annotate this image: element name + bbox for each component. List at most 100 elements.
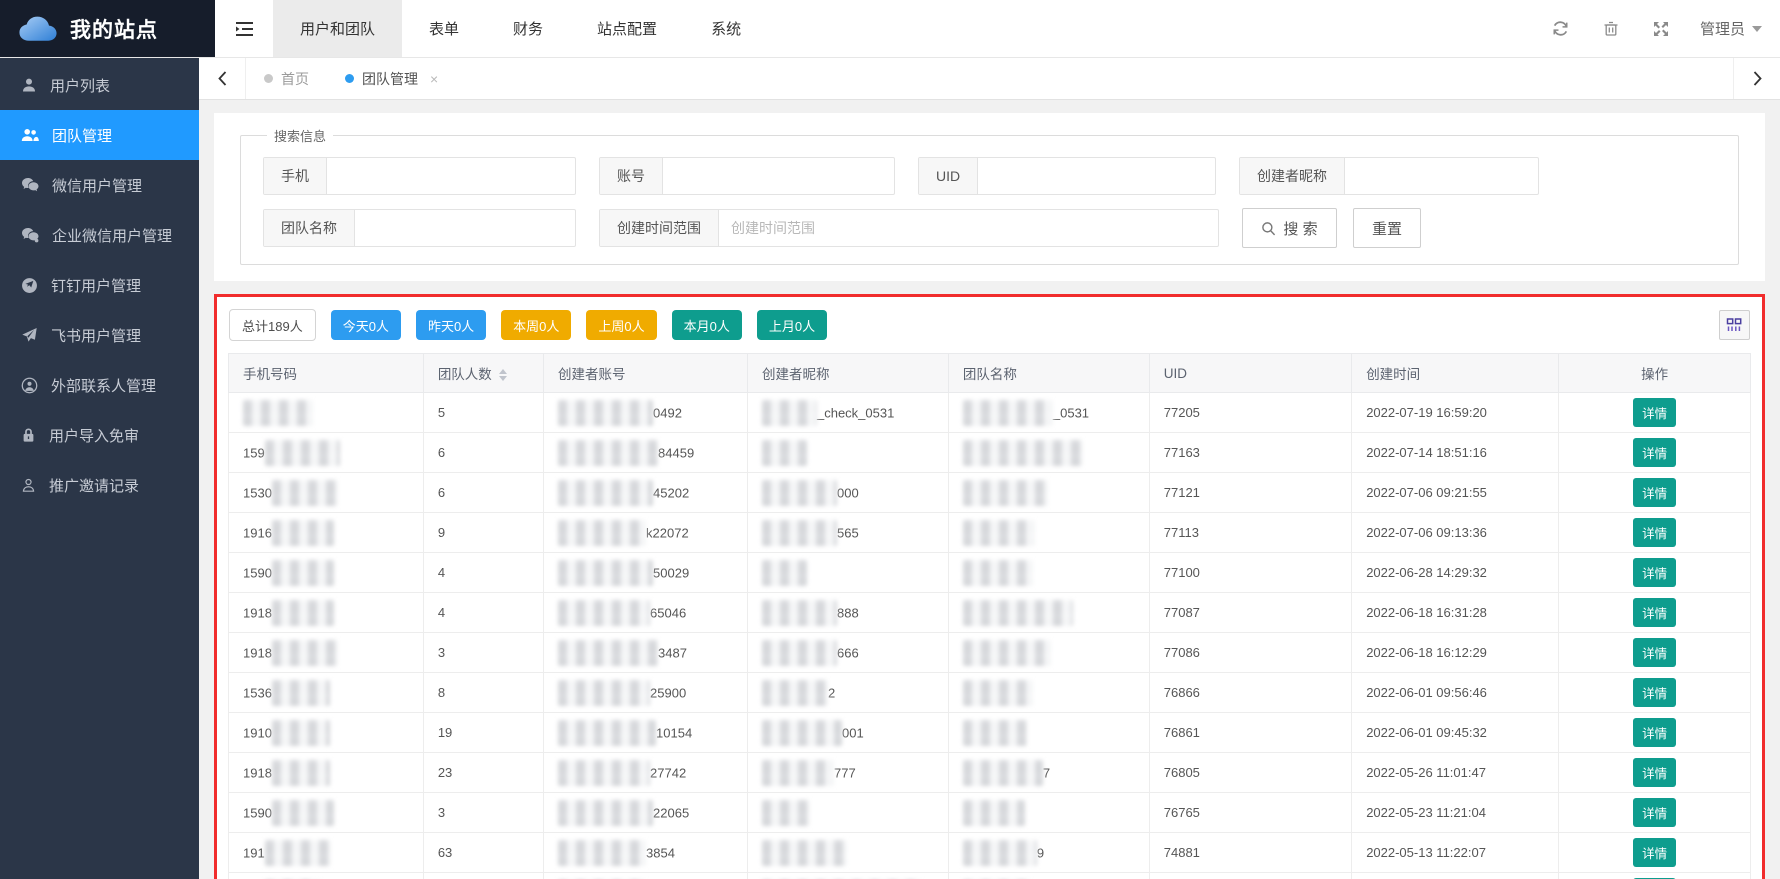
creator-account-cell: 0492 bbox=[544, 393, 748, 433]
close-tab-icon[interactable]: × bbox=[430, 72, 438, 86]
stat-badge-4[interactable]: 上周0人 bbox=[586, 310, 656, 340]
uid-cell: 76861 bbox=[1149, 713, 1351, 753]
stat-badge-1[interactable]: 今天0人 bbox=[331, 310, 401, 340]
refresh-button[interactable] bbox=[1536, 0, 1586, 57]
tabs-scroll-right-button[interactable] bbox=[1733, 58, 1780, 99]
trash-icon bbox=[1603, 20, 1619, 37]
detail-button[interactable]: 详情 bbox=[1633, 718, 1676, 747]
uid-cell: 76765 bbox=[1149, 793, 1351, 833]
topnav-item-4[interactable]: 系统 bbox=[684, 0, 768, 57]
team-table: 手机号码团队人数创建者账号创建者昵称团队名称UID创建时间操作 50492_ch… bbox=[228, 353, 1751, 879]
redacted-blur bbox=[558, 760, 650, 786]
column-header-1[interactable]: 团队人数 bbox=[423, 354, 543, 393]
sidebar-item-0[interactable]: 用户列表 bbox=[0, 60, 199, 110]
stat-badge-5[interactable]: 本月0人 bbox=[672, 310, 742, 340]
redacted-blur bbox=[963, 840, 1037, 866]
detail-button[interactable]: 详情 bbox=[1633, 638, 1676, 667]
uid-cell: 76805 bbox=[1149, 753, 1351, 793]
redacted-blur bbox=[762, 720, 842, 746]
sort-icon[interactable] bbox=[499, 369, 507, 381]
tab-home[interactable]: 首页 bbox=[246, 58, 327, 99]
sidebar-item-4[interactable]: 钉钉用户管理 bbox=[0, 260, 199, 310]
detail-button[interactable]: 详情 bbox=[1633, 438, 1676, 467]
sidebar-item-2[interactable]: 微信用户管理 bbox=[0, 160, 199, 210]
phone-cell: 1918 bbox=[229, 593, 424, 633]
team-name-cell bbox=[948, 713, 1149, 753]
reset-button[interactable]: 重置 bbox=[1353, 208, 1421, 248]
table-row: 1590322065767652022-05-23 11:21:04详情 bbox=[229, 793, 1751, 833]
creator-account-cell: 3854 bbox=[544, 833, 748, 873]
detail-button[interactable]: 详情 bbox=[1633, 838, 1676, 867]
redacted-blur bbox=[558, 720, 656, 746]
table-row: 159684459771632022-07-14 18:51:16详情 bbox=[229, 433, 1751, 473]
redacted-blur bbox=[963, 560, 1033, 586]
creator-account-cell: 65046 bbox=[544, 593, 748, 633]
fullscreen-button[interactable] bbox=[1636, 0, 1686, 57]
sidebar-item-6[interactable]: 外部联系人管理 bbox=[0, 360, 199, 410]
uid-input[interactable] bbox=[978, 158, 1215, 194]
team-name-cell bbox=[948, 553, 1149, 593]
trash-button[interactable] bbox=[1586, 0, 1636, 57]
table-row: 1590450029771002022-06-28 14:29:32详情 bbox=[229, 553, 1751, 593]
stat-badge-6[interactable]: 上月0人 bbox=[757, 310, 827, 340]
sidebar-collapse-button[interactable] bbox=[215, 0, 273, 57]
action-cell: 详情 bbox=[1559, 473, 1751, 513]
sidebar-item-label: 微信用户管理 bbox=[52, 175, 142, 196]
team-size-cell: 22 bbox=[423, 873, 543, 879]
redacted-blur bbox=[558, 560, 653, 586]
redacted-blur bbox=[558, 480, 653, 506]
tab-team-label: 团队管理 bbox=[362, 69, 418, 89]
sidebar-item-3[interactable]: 企业微信用户管理 bbox=[0, 210, 199, 260]
redacted-blur bbox=[963, 640, 1051, 666]
team-size-cell: 23 bbox=[423, 753, 543, 793]
detail-button[interactable]: 详情 bbox=[1633, 758, 1676, 787]
phone-cell: 1918 bbox=[229, 633, 424, 673]
team-name-input[interactable] bbox=[355, 210, 575, 246]
sidebar-item-1[interactable]: 团队管理 bbox=[0, 110, 199, 160]
detail-button[interactable]: 详情 bbox=[1633, 518, 1676, 547]
detail-button[interactable]: 详情 bbox=[1633, 558, 1676, 587]
redacted-blur bbox=[762, 800, 810, 826]
phone-input[interactable] bbox=[327, 158, 575, 194]
redacted-blur bbox=[963, 760, 1043, 786]
created-time-cell: 2022-06-01 09:56:46 bbox=[1352, 673, 1559, 713]
topnav-item-3[interactable]: 站点配置 bbox=[570, 0, 684, 57]
action-cell: 详情 bbox=[1559, 713, 1751, 753]
redacted-blur bbox=[762, 760, 834, 786]
team-name-field-group: 团队名称 bbox=[263, 209, 576, 247]
detail-button[interactable]: 详情 bbox=[1633, 678, 1676, 707]
tab-team-management[interactable]: 团队管理 × bbox=[327, 58, 456, 99]
detail-button[interactable]: 详情 bbox=[1633, 478, 1676, 507]
account-input[interactable] bbox=[663, 158, 894, 194]
created-time-cell: 2022-06-01 09:45:32 bbox=[1352, 713, 1559, 753]
invite-icon bbox=[21, 477, 36, 493]
sidebar-item-7[interactable]: 用户导入免审 bbox=[0, 410, 199, 460]
uid-cell: 77087 bbox=[1149, 593, 1351, 633]
admin-menu[interactable]: 管理员 bbox=[1700, 18, 1762, 39]
team-name-cell bbox=[948, 513, 1149, 553]
search-button[interactable]: 搜 索 bbox=[1242, 208, 1337, 248]
team-size-cell: 19 bbox=[423, 713, 543, 753]
stat-badge-2[interactable]: 昨天0人 bbox=[416, 310, 486, 340]
top-bar: 我的站点 用户和团队表单财务站点配置系统 bbox=[0, 0, 1780, 58]
stat-badge-3[interactable]: 本周0人 bbox=[501, 310, 571, 340]
team-name-cell bbox=[948, 793, 1149, 833]
sidebar-item-label: 用户列表 bbox=[50, 75, 110, 96]
topnav-item-2[interactable]: 财务 bbox=[486, 0, 570, 57]
sidebar-item-5[interactable]: 飞书用户管理 bbox=[0, 310, 199, 360]
detail-button[interactable]: 详情 bbox=[1633, 798, 1676, 827]
redacted-blur bbox=[963, 520, 1035, 546]
detail-button[interactable]: 详情 bbox=[1633, 598, 1676, 627]
date-range-input[interactable] bbox=[719, 210, 1218, 246]
topnav-item-1[interactable]: 表单 bbox=[402, 0, 486, 57]
column-settings-button[interactable] bbox=[1719, 310, 1750, 340]
creator-nickname-input[interactable] bbox=[1345, 158, 1538, 194]
topnav-item-0[interactable]: 用户和团队 bbox=[273, 0, 402, 57]
tabs-scroll-left-button[interactable] bbox=[199, 58, 246, 99]
stat-badge-0[interactable]: 总计189人 bbox=[229, 309, 316, 341]
topbar-actions: 管理员 bbox=[1536, 0, 1780, 57]
redacted-blur bbox=[272, 640, 338, 666]
redacted-blur bbox=[963, 720, 1027, 746]
detail-button[interactable]: 详情 bbox=[1633, 398, 1676, 427]
sidebar-item-8[interactable]: 推广邀请记录 bbox=[0, 460, 199, 510]
